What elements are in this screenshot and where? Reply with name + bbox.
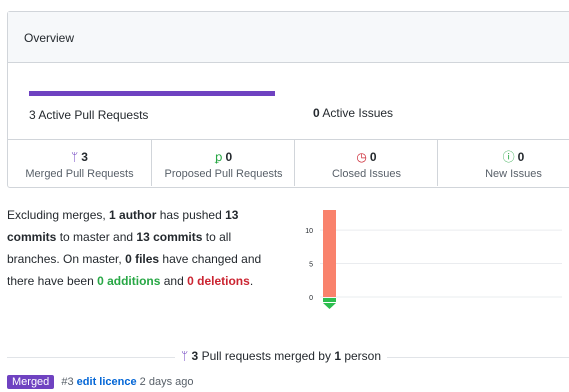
summary-commits-all: 13 commits [136,230,203,244]
active-pull-requests-link[interactable]: 3 Active Pull Requests [29,108,148,122]
commit-activity-chart: 0 5 10 [305,210,562,309]
merged-summary-text-1: Pull requests merged by [198,349,335,363]
merged-badge: Merged [7,375,55,389]
y-tick-label-10: 10 [305,228,313,235]
merged-pr-title-link[interactable]: edit licence [77,376,137,388]
proposed-pull-requests-stat[interactable]: ꝑ0 Proposed Pull Requests [151,140,295,186]
stats-row: ᛘ3 Merged Pull Requests ꝑ0 Proposed Pull… [8,140,569,186]
merged-divider: ᛘ 3 Pull requests merged by 1 person [7,349,569,365]
git-merge-icon: ᛘ [181,349,189,363]
new-issues-count: 0 [517,150,525,164]
merged-pr-item: Merged #3 edit licence 2 days ago [7,375,193,389]
issue-closed-icon: ◷ [356,150,367,164]
summary-additions: 0 additions [97,274,161,288]
commit-summary: Excluding merges, 1 author has pushed 13… [7,204,277,292]
active-issues-label: Active Issues [322,106,394,120]
y-tick-label-0: 0 [309,295,313,302]
bar-commits [323,210,336,297]
y-tick-label-5: 5 [309,262,313,269]
summary-files: 0 files [125,252,160,266]
summary-text-3: to master and [56,230,137,244]
merged-pr-count: 3 [81,150,88,164]
summary-authors[interactable]: 1 author [109,208,156,222]
new-issues-stat[interactable]: ⓘ 0 New Issues [437,140,569,186]
overview-title: Overview [24,31,75,45]
proposed-pr-count: 0 [225,150,233,164]
active-pr-progress-bar [29,91,275,96]
new-issues-label: New Issues [485,168,542,180]
merged-pr-summary: ᛘ 3 Pull requests merged by 1 person [175,349,388,363]
bar-additions [323,298,336,302]
git-pull-request-icon: ꝑ [214,150,223,164]
bar-deletions [323,303,336,309]
overview-header: Overview [8,12,569,63]
closed-issues-count: 0 [369,150,377,164]
merged-summary-text-2: person [341,349,382,363]
issue-opened-icon: ⓘ [502,150,515,164]
active-row: 3 Active Pull Requests 0 Active Issues [8,63,569,140]
merged-summary-people: 1 [334,349,341,363]
merged-pr-time: 2 days ago [139,376,194,388]
closed-issues-label: Closed Issues [331,168,402,180]
active-pr-label: Active Pull Requests [38,108,149,122]
active-issues-count: 0 [313,106,320,120]
merged-pull-requests-stat[interactable]: ᛘ3 Merged Pull Requests [8,140,151,186]
closed-issues-stat[interactable]: ◷ 0 Closed Issues [294,140,438,186]
summary-deletions: 0 deletions [187,274,250,288]
git-merge-icon: ᛘ [71,150,79,164]
summary-text-6: and [160,274,188,288]
proposed-pr-label: Proposed Pull Requests [164,168,283,180]
overview-box: Overview 3 Active Pull Requests 0 Active… [7,11,569,188]
merged-pr-label: Merged Pull Requests [25,168,134,180]
summary-text-2: has pushed [156,208,226,222]
active-pr-count: 3 [29,108,36,122]
summary-text-7: . [249,274,254,288]
merged-pr-number: #3 [61,376,74,388]
active-issues-link[interactable]: 0 Active Issues [313,106,393,120]
summary-text-1: Excluding merges, [7,208,110,222]
